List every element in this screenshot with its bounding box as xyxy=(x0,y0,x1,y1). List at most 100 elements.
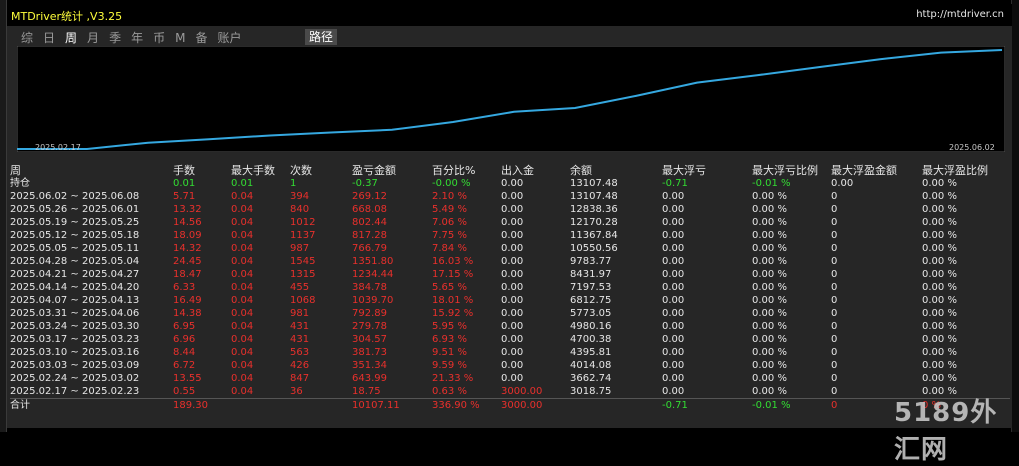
column-header[interactable]: 余额 xyxy=(570,163,662,177)
table-cell: 2.10 % xyxy=(432,191,467,202)
column-header[interactable]: 最大浮盈比例 xyxy=(922,163,1010,177)
table-cell: 18.75 xyxy=(352,386,381,397)
table-row[interactable]: 2025.05.05 ~ 2025.05.11 14.32 0.04 987 766.7… xyxy=(10,242,1010,255)
table-row[interactable]: 2025.05.12 ~ 2025.05.18 18.09 0.04 1137 817.… xyxy=(10,229,1010,242)
table-row[interactable]: 2025.02.24 ~ 2025.03.02 13.55 0.04 847 643.9… xyxy=(10,372,1010,385)
table-cell: 0 xyxy=(831,230,838,241)
holding-row[interactable]: 持仓 0.01 0.01 1 -0.37 -0.00 % 0.00 13107.48 -0.71… xyxy=(10,177,1010,190)
table-cell: 16.03 % xyxy=(432,256,474,267)
table-cell: 1137 xyxy=(290,230,316,241)
column-header[interactable]: 最大浮亏比例 xyxy=(752,163,831,177)
table-cell: 0.04 xyxy=(231,269,254,280)
column-header[interactable]: 百分比% xyxy=(432,163,501,177)
tab-4[interactable]: 月 xyxy=(85,30,101,46)
table-cell: 0.00 % xyxy=(922,321,957,332)
table-cell: 8431.97 xyxy=(570,269,612,280)
table-cell: 2025.04.07 ~ 2025.04.13 xyxy=(10,295,140,306)
weekly-stats-table: 周手数 最大手数 次数 盈亏金额 百分比% 出入金 余额 最大浮亏 最大浮亏比例 最大浮盈金额 最大… xyxy=(10,163,1010,412)
table-row[interactable]: 2025.02.17 ~ 2025.02.23 0.55 0.04 36 18.75 0.… xyxy=(10,385,1010,399)
column-header[interactable]: 周 xyxy=(10,163,173,177)
chart-start-date-label: 2025.02.17 xyxy=(35,143,81,152)
tab-path[interactable]: 路径 xyxy=(305,29,338,45)
table-cell: 0.04 xyxy=(231,230,254,241)
column-header[interactable]: 盈亏金额 xyxy=(352,163,432,177)
table-cell xyxy=(570,398,662,412)
total-row[interactable]: 合计 189.30 10107.11 336.90 % 3000.00 -0.71 -0.0… xyxy=(10,398,1010,412)
table-cell: 0.00 xyxy=(501,230,524,241)
table-cell: 0.00 % xyxy=(922,373,957,384)
table-cell: 0.00 xyxy=(501,243,524,254)
table-cell: 3662.74 xyxy=(570,373,612,384)
table-cell: 0.63 % xyxy=(432,386,467,397)
tab-9[interactable]: 备 xyxy=(193,30,209,46)
table-row[interactable]: 2025.04.28 ~ 2025.05.04 24.45 0.04 1545 1351… xyxy=(10,255,1010,268)
table-cell: -0.01 % xyxy=(752,398,831,412)
table-cell: 1315 xyxy=(290,269,316,280)
table-cell: 381.73 xyxy=(352,347,387,358)
table-cell: 0.00 xyxy=(662,269,685,280)
table-row[interactable]: 2025.05.26 ~ 2025.06.01 13.32 0.04 840 668.0… xyxy=(10,203,1010,216)
table-cell: 7.84 % xyxy=(432,243,467,254)
tab-5[interactable]: 季 xyxy=(107,30,123,46)
table-row[interactable]: 2025.03.24 ~ 2025.03.30 6.95 0.04 431 279.78… xyxy=(10,320,1010,333)
table-cell: 0 xyxy=(831,347,838,358)
table-cell: 5.65 % xyxy=(432,282,467,293)
table-cell: 6812.75 xyxy=(570,295,612,306)
table-row[interactable]: 2025.04.14 ~ 2025.04.20 6.33 0.04 455 384.78… xyxy=(10,281,1010,294)
title-bar: MTDriver统计 ,V3.25 http://mtdriver.cn xyxy=(7,4,1012,26)
table-cell: 18.01 % xyxy=(432,295,474,306)
table-row[interactable]: 2025.03.03 ~ 2025.03.09 6.72 0.04 426 351.34… xyxy=(10,359,1010,372)
chart-end-date-label: 2025.06.02 xyxy=(949,143,995,152)
table-cell: 0.00 xyxy=(501,347,524,358)
table-cell: 0.00 % xyxy=(752,321,787,332)
table-row[interactable]: 2025.06.02 ~ 2025.06.08 5.71 0.04 394 269.12… xyxy=(10,190,1010,203)
column-header[interactable]: 最大浮盈金额 xyxy=(831,163,922,177)
table-cell: 4395.81 xyxy=(570,347,612,358)
table-cell: 3000.00 xyxy=(501,386,543,397)
tab-8[interactable]: M xyxy=(173,30,187,46)
table-cell: 0.00 % xyxy=(922,256,957,267)
table-cell: 2025.06.02 ~ 2025.06.08 xyxy=(10,191,140,202)
table-cell: 304.57 xyxy=(352,334,387,345)
column-header[interactable]: 出入金 xyxy=(501,163,570,177)
table-cell: 0.00 % xyxy=(922,360,957,371)
tab-6[interactable]: 年 xyxy=(129,30,145,46)
table-cell: 0.00 xyxy=(662,334,685,345)
column-header[interactable]: 次数 xyxy=(290,163,352,177)
table-cell: 1068 xyxy=(290,295,316,306)
table-cell: 269.12 xyxy=(352,191,387,202)
table-cell: 2025.04.28 ~ 2025.05.04 xyxy=(10,256,140,267)
table-row[interactable]: 2025.03.17 ~ 2025.03.23 6.96 0.04 431 304.57… xyxy=(10,333,1010,346)
table-cell: 6.95 xyxy=(173,321,196,332)
tab-10[interactable]: 账户 xyxy=(215,30,243,46)
table-cell: 16.49 xyxy=(173,295,202,306)
table-cell: -0.71 xyxy=(662,398,752,412)
balance-chart: 2025.02.17 2025.06.02 xyxy=(17,46,1005,152)
column-header[interactable]: 最大浮亏 xyxy=(662,163,752,177)
table-row[interactable]: 2025.04.21 ~ 2025.04.27 18.47 0.04 1315 1234… xyxy=(10,268,1010,281)
table-row[interactable]: 2025.03.31 ~ 2025.04.06 14.38 0.04 981 792.8… xyxy=(10,307,1010,320)
table-cell: 2025.05.05 ~ 2025.05.11 xyxy=(10,243,140,254)
tab-2[interactable]: 日 xyxy=(41,30,57,46)
column-header[interactable]: 手数 xyxy=(173,163,231,177)
table-row[interactable]: 2025.05.19 ~ 2025.05.25 14.56 0.04 1012 802.… xyxy=(10,216,1010,229)
site-url-link[interactable]: http://mtdriver.cn xyxy=(916,9,1004,20)
tab-7[interactable]: 币 xyxy=(151,30,167,46)
table-cell: 0.04 xyxy=(231,243,254,254)
table-cell: 0.00 % xyxy=(752,373,787,384)
table-cell: 384.78 xyxy=(352,282,387,293)
tab-1[interactable]: 综 xyxy=(19,30,35,46)
tab-3[interactable]: 周 xyxy=(63,30,79,46)
table-cell: 0.00 xyxy=(662,243,685,254)
table-cell: 1545 xyxy=(290,256,316,267)
table-row[interactable]: 2025.03.10 ~ 2025.03.16 8.44 0.04 563 381.73… xyxy=(10,346,1010,359)
table-cell: 8.44 xyxy=(173,347,196,358)
window-title: MTDriver统计 ,V3.25 xyxy=(11,10,123,23)
column-header[interactable]: 最大手数 xyxy=(231,163,290,177)
table-cell: 0.00 xyxy=(662,386,685,397)
table-cell: 189.30 xyxy=(173,398,231,412)
right-panel-edge xyxy=(1011,0,1019,432)
table-cell: 0.00 % xyxy=(752,217,787,228)
table-cell: 0.00 % xyxy=(922,204,957,215)
table-row[interactable]: 2025.04.07 ~ 2025.04.13 16.49 0.04 1068 1039… xyxy=(10,294,1010,307)
